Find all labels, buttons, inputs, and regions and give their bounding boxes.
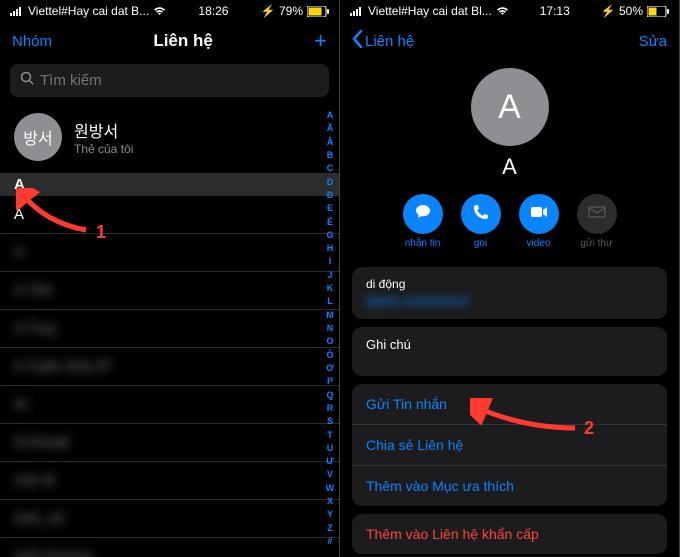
index-letter[interactable]: V <box>327 469 333 480</box>
index-letter[interactable]: E <box>327 203 333 214</box>
phone-icon <box>473 204 489 225</box>
time-label: 17:13 <box>540 4 570 18</box>
contact-row[interactable]: Ai Email <box>0 424 339 462</box>
share-contact-row[interactable]: Chia sẻ Liên hệ <box>352 425 667 466</box>
mail-icon <box>588 205 606 223</box>
nav-bar: Liên hệ Sửa <box>340 22 679 60</box>
phone-section[interactable]: di động 084X-XXXXXXX <box>352 267 667 319</box>
index-letter[interactable]: T <box>327 430 333 441</box>
status-bar: Viettel#Hay cai dat Bl... 17:13 ⚡ 50% <box>340 0 679 22</box>
index-letter[interactable]: Đ <box>327 190 334 201</box>
index-letter[interactable]: Ơ <box>326 363 334 374</box>
contact-row[interactable]: A Tên <box>0 272 339 310</box>
video-icon <box>530 205 548 223</box>
index-letter[interactable]: O <box>326 336 333 347</box>
index-letter[interactable]: Ô <box>326 350 333 361</box>
contact-row[interactable]: A Tuấn Sửa IP <box>0 348 339 386</box>
wifi-icon <box>496 6 509 16</box>
message-icon <box>414 203 432 226</box>
battery-label: ⚡ 79% <box>261 4 303 18</box>
index-letter[interactable]: N <box>327 323 334 334</box>
my-name: 원방서 <box>74 118 133 142</box>
back-button[interactable]: Liên hệ <box>352 30 414 52</box>
index-letter[interactable]: L <box>327 296 333 307</box>
contact-list: A A A Tên A Truy A Tuấn Sửa IP Ai Ai Ema… <box>0 196 339 557</box>
note-label: Ghi chú <box>366 337 653 352</box>
battery-icon <box>307 6 329 17</box>
contact-row[interactable]: Ai <box>0 386 339 424</box>
index-letter[interactable]: A <box>327 110 334 121</box>
contact-row[interactable]: Anh_sh <box>0 500 339 538</box>
chevron-left-icon <box>352 30 363 52</box>
search-icon <box>20 71 34 90</box>
add-emergency-row[interactable]: Thêm vào Liên hệ khẩn cấp <box>352 514 667 554</box>
contact-name: A <box>340 154 679 180</box>
index-letter[interactable]: I <box>329 256 332 267</box>
index-letter[interactable]: H <box>327 243 334 254</box>
carrier-label: Viettel#Hay cai dat B... <box>28 4 149 18</box>
contact-avatar: A <box>471 68 549 146</box>
index-letter[interactable]: D <box>327 177 334 188</box>
contact-row[interactable]: Anh B <box>0 462 339 500</box>
battery-icon <box>647 6 669 17</box>
index-letter[interactable]: C <box>327 163 334 174</box>
signal-icon <box>10 6 24 16</box>
message-button[interactable]: nhắn tin <box>403 194 443 249</box>
note-section[interactable]: Ghi chú <box>352 327 667 376</box>
groups-button[interactable]: Nhóm <box>12 33 52 50</box>
phone-label: di động <box>366 277 653 291</box>
contact-row[interactable]: A Truy <box>0 310 339 348</box>
edit-button[interactable]: Sửa <box>639 33 667 50</box>
phone-value: 084X-XXXXXXX <box>366 293 653 309</box>
status-bar: Viettel#Hay cai dat B... 18:26 ⚡ 79% <box>0 0 339 22</box>
index-letter[interactable]: Y <box>327 509 333 520</box>
index-letter[interactable]: M <box>326 310 334 321</box>
contact-detail-screen: Viettel#Hay cai dat Bl... 17:13 ⚡ 50% Li… <box>340 0 680 557</box>
index-letter[interactable]: J <box>327 270 332 281</box>
send-message-row[interactable]: Gửi Tin nhắn <box>352 384 667 425</box>
section-header: A <box>0 173 339 196</box>
index-letter[interactable]: P <box>327 376 333 387</box>
wifi-icon <box>153 6 166 16</box>
contact-row[interactable]: A <box>0 234 339 272</box>
nav-bar: Nhóm Liên hệ + <box>0 22 339 60</box>
contact-row[interactable]: A <box>0 196 339 234</box>
index-letter[interactable]: Q <box>326 390 333 401</box>
action-row: nhắn tin gọi video gửi thư <box>340 194 679 249</box>
avatar: 방서 <box>14 113 62 161</box>
search-field[interactable] <box>40 72 319 89</box>
index-letter[interactable]: # <box>327 536 332 547</box>
index-letter[interactable]: Z <box>327 523 333 534</box>
my-card[interactable]: 방서 원방서 Thẻ của tôi <box>0 101 339 173</box>
link-list-2: Thêm vào Liên hệ khẩn cấp <box>352 514 667 554</box>
video-button[interactable]: video <box>519 194 559 249</box>
call-button[interactable]: gọi <box>461 194 501 249</box>
index-letter[interactable]: Â <box>327 137 334 148</box>
signal-icon <box>350 6 364 16</box>
carrier-label: Viettel#Hay cai dat Bl... <box>368 4 492 18</box>
search-input[interactable] <box>10 64 329 97</box>
index-letter[interactable]: W <box>326 483 335 494</box>
time-label: 18:26 <box>198 4 228 18</box>
contact-row[interactable]: Anh Dương <box>0 538 339 557</box>
index-letter[interactable]: R <box>327 403 334 414</box>
add-favorite-row[interactable]: Thêm vào Mục ưa thích <box>352 466 667 506</box>
index-letter[interactable]: G <box>326 230 333 241</box>
index-letter[interactable]: Ư <box>326 456 333 467</box>
index-letter[interactable]: S <box>327 416 333 427</box>
contacts-list-screen: Viettel#Hay cai dat B... 18:26 ⚡ 79% Nhó… <box>0 0 340 557</box>
add-contact-button[interactable]: + <box>314 28 327 54</box>
battery-label: ⚡ 50% <box>601 4 643 18</box>
my-card-sub: Thẻ của tôi <box>74 142 133 156</box>
index-letter[interactable]: K <box>327 283 334 294</box>
index-letter[interactable]: Ê <box>327 217 333 228</box>
link-list: Gửi Tin nhắn Chia sẻ Liên hệ Thêm vào Mụ… <box>352 384 667 506</box>
index-letter[interactable]: U <box>327 443 334 454</box>
index-bar[interactable]: AĂÂBCDĐEÊGHIJKLMNOÔƠPQRSTUƯVWXYZ # <box>323 110 337 547</box>
index-letter[interactable]: X <box>327 496 333 507</box>
page-title: Liên hệ <box>153 31 213 51</box>
index-letter[interactable]: B <box>327 150 334 161</box>
index-letter[interactable]: Ă <box>327 123 334 134</box>
mail-button: gửi thư <box>577 194 617 249</box>
